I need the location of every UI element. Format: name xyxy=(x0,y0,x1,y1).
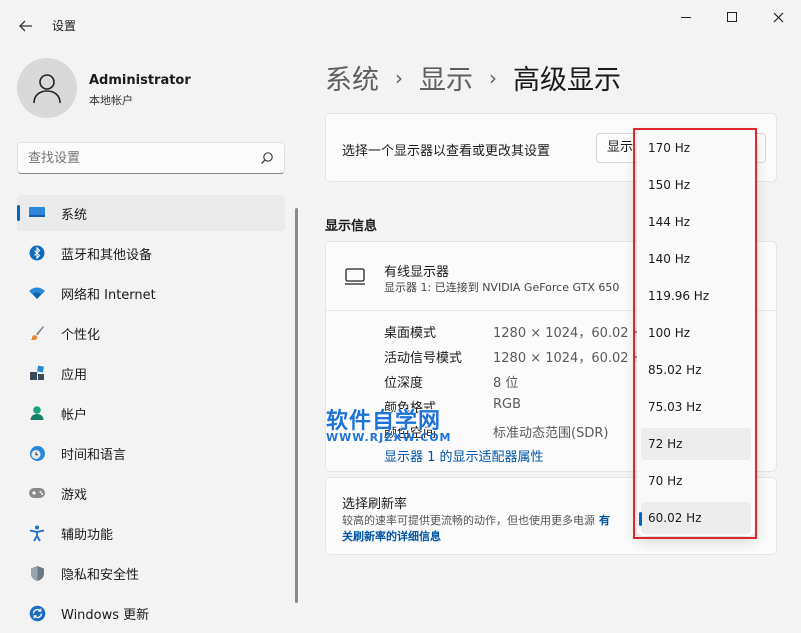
monitor-icon xyxy=(345,268,365,285)
sidebar-item-privacy[interactable]: 隐私和安全性 xyxy=(17,555,285,591)
account-type: 本地帐户 xyxy=(89,94,133,107)
info-value-bit-depth: 8 位 xyxy=(493,376,519,391)
shield-icon xyxy=(27,563,47,583)
sidebar-scrollbar[interactable] xyxy=(295,208,298,603)
search-box[interactable] xyxy=(17,142,285,174)
bluetooth-icon xyxy=(27,243,47,263)
sidebar-item-apps[interactable]: 应用 xyxy=(17,355,285,391)
search-input[interactable] xyxy=(18,143,248,173)
breadcrumb-item-system[interactable]: 系统 xyxy=(325,58,379,97)
chevron-right-icon: › xyxy=(395,65,403,90)
sidebar-item-label: 隐私和安全性 xyxy=(61,567,140,583)
close-button[interactable] xyxy=(755,0,801,34)
accessibility-icon xyxy=(27,523,47,543)
info-label-desktop-mode: 桌面模式 xyxy=(384,326,437,341)
refresh-rate-title: 选择刷新率 xyxy=(342,497,408,512)
refresh-rate-description: 较高的速率可提供更流畅的动作，但也使用更多电源 有关刷新率的详细信息 xyxy=(342,513,612,545)
refresh-option-119-96[interactable]: 119.96 Hz xyxy=(641,280,751,312)
chevron-right-icon: › xyxy=(489,65,497,90)
page-title: 高级显示 xyxy=(513,65,621,96)
info-value-color-space: 标准动态范围(SDR) xyxy=(493,426,609,441)
breadcrumb-item-display[interactable]: 显示 xyxy=(419,58,473,97)
wifi-icon xyxy=(27,283,47,303)
arrow-left-icon xyxy=(19,20,32,32)
sidebar-item-label: 系统 xyxy=(61,207,88,223)
avatar[interactable] xyxy=(17,58,77,118)
gamepad-icon xyxy=(27,483,47,503)
refresh-option-60-02[interactable]: 60.02 Hz xyxy=(639,502,751,534)
sidebar-item-accessibility[interactable]: 辅助功能 xyxy=(17,515,285,551)
title-bar: 设置 xyxy=(0,0,801,48)
app-title: 设置 xyxy=(52,19,77,33)
profile-name: Administrator xyxy=(89,73,191,88)
sidebar-item-time-language[interactable]: 时间和语言 xyxy=(17,435,285,471)
sidebar-item-accounts[interactable]: 帐户 xyxy=(17,395,285,431)
sidebar-item-bluetooth[interactable]: 蓝牙和其他设备 xyxy=(17,235,285,271)
sidebar-item-system[interactable]: 系统 xyxy=(17,195,285,231)
search-icon[interactable] xyxy=(260,151,274,165)
person-icon xyxy=(33,74,61,104)
sidebar-item-windows-update[interactable]: Windows 更新 xyxy=(17,595,285,631)
refresh-option-170[interactable]: 170 Hz xyxy=(641,132,751,164)
clock-globe-icon xyxy=(27,443,47,463)
select-display-label: 选择一个显示器以查看或更改其设置 xyxy=(342,144,551,159)
sidebar-item-label: 应用 xyxy=(61,367,88,383)
maximize-button[interactable] xyxy=(709,0,755,34)
monitor-name: 有线显示器 xyxy=(384,265,450,280)
watermark-url: WWW.RJZXW.COM xyxy=(326,431,452,444)
info-label-signal-mode: 活动信号模式 xyxy=(384,351,463,366)
info-value-color-format: RGB xyxy=(493,397,522,412)
apps-icon xyxy=(27,363,47,383)
sidebar-item-label: 辅助功能 xyxy=(61,527,114,543)
refresh-option-150[interactable]: 150 Hz xyxy=(641,169,751,201)
breadcrumb: 系统 › 显示 › 高级显示 xyxy=(325,58,621,97)
refresh-option-100[interactable]: 100 Hz xyxy=(641,317,751,349)
monitor-connection: 显示器 1: 已连接到 NVIDIA GeForce GTX 650 xyxy=(384,281,620,294)
refresh-option-70[interactable]: 70 Hz xyxy=(641,465,751,497)
minimize-icon xyxy=(681,16,691,18)
adapter-properties-link[interactable]: 显示器 1 的显示适配器属性 xyxy=(384,446,544,465)
info-label-bit-depth: 位深度 xyxy=(384,376,424,391)
refresh-option-144[interactable]: 144 Hz xyxy=(641,206,751,238)
sidebar-item-label: 时间和语言 xyxy=(61,447,127,463)
refresh-option-75-03[interactable]: 75.03 Hz xyxy=(641,391,751,423)
minimize-button[interactable] xyxy=(663,0,709,34)
maximize-icon xyxy=(727,12,737,22)
sidebar-item-network[interactable]: 网络和 Internet xyxy=(17,275,285,311)
refresh-rate-description-text: 较高的速率可提供更流畅的动作，但也使用更多电源 xyxy=(342,514,595,527)
sidebar-item-personalization[interactable]: 个性化 xyxy=(17,315,285,351)
sidebar-item-label: 蓝牙和其他设备 xyxy=(61,247,153,263)
refresh-option-140[interactable]: 140 Hz xyxy=(641,243,751,275)
update-icon xyxy=(27,603,47,623)
monitor-icon xyxy=(27,203,47,223)
close-icon xyxy=(773,12,783,22)
sidebar-item-label: 帐户 xyxy=(61,407,88,423)
person-icon xyxy=(27,403,47,423)
sidebar-item-label: 游戏 xyxy=(61,487,88,503)
refresh-option-85-02[interactable]: 85.02 Hz xyxy=(641,354,751,386)
sidebar-item-label: Windows 更新 xyxy=(61,607,150,623)
sidebar-item-label: 个性化 xyxy=(61,327,101,343)
refresh-option-72[interactable]: 72 Hz xyxy=(641,428,751,460)
info-value-signal-mode: 1280 × 1024，60.02 Hz xyxy=(493,351,650,366)
back-button[interactable] xyxy=(12,12,40,40)
sidebar-item-gaming[interactable]: 游戏 xyxy=(17,475,285,511)
sidebar-nav: 系统 蓝牙和其他设备 网络和 Internet 个性化 应用 帐户 时间和语言 … xyxy=(17,195,285,633)
brush-icon xyxy=(27,323,47,343)
refresh-rate-dropdown: 170 Hz 150 Hz 144 Hz 140 Hz 119.96 Hz 10… xyxy=(637,130,755,536)
display-info-heading: 显示信息 xyxy=(325,219,378,234)
info-value-desktop-mode: 1280 × 1024，60.02 Hz xyxy=(493,326,650,341)
sidebar-item-label: 网络和 Internet xyxy=(61,287,156,303)
